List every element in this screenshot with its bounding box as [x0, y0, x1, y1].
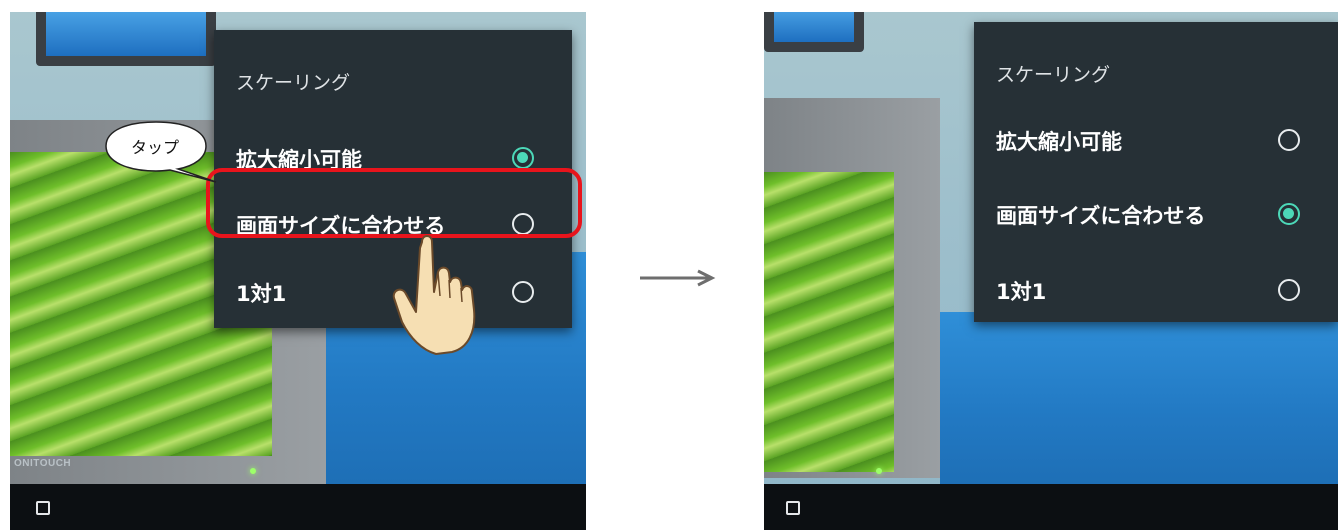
option-one-to-one[interactable]: 1対1: [974, 260, 1338, 320]
option-label: 1対1: [996, 280, 1047, 304]
navigation-bar: [10, 484, 586, 530]
background-blue-panel: [940, 312, 1338, 484]
background-monitor: [36, 12, 216, 66]
option-scalable[interactable]: 拡大縮小可能: [974, 110, 1338, 170]
screen-before: ONITOUCH スケーリング 拡大縮小可能 画面サイズに合わせる 1対1: [10, 12, 586, 530]
radio-unselected-icon[interactable]: [512, 281, 534, 303]
tap-highlight: [206, 168, 582, 238]
indicator-light: [250, 468, 256, 474]
background-monitor: [764, 12, 864, 52]
brand-text: ONITOUCH: [14, 458, 72, 469]
radio-selected-icon[interactable]: [512, 147, 534, 169]
menu-title: スケーリング: [996, 64, 1111, 86]
option-label: 1対1: [236, 282, 287, 306]
screen-after: スケーリング 拡大縮小可能 画面サイズに合わせる 1対1: [764, 12, 1338, 530]
radio-selected-icon[interactable]: [1278, 203, 1300, 225]
arrow-right-icon: [638, 268, 716, 288]
background-leaf-image: [764, 172, 894, 472]
scaling-menu: スケーリング 拡大縮小可能 画面サイズに合わせる 1対1: [974, 22, 1338, 322]
speech-bubble-icon: タップ: [104, 120, 220, 183]
menu-title: スケーリング: [236, 72, 351, 94]
indicator-light: [876, 468, 882, 474]
callout-text: タップ: [130, 138, 179, 157]
navigation-bar: [764, 484, 1338, 530]
recent-apps-icon[interactable]: [786, 501, 800, 515]
pointing-hand-icon: [392, 232, 492, 356]
option-label: 拡大縮小可能: [996, 130, 1122, 154]
recent-apps-icon[interactable]: [36, 501, 50, 515]
option-label: 画面サイズに合わせる: [996, 204, 1206, 228]
option-fit-screen[interactable]: 画面サイズに合わせる: [974, 184, 1338, 244]
radio-unselected-icon[interactable]: [1278, 279, 1300, 301]
radio-unselected-icon[interactable]: [1278, 129, 1300, 151]
